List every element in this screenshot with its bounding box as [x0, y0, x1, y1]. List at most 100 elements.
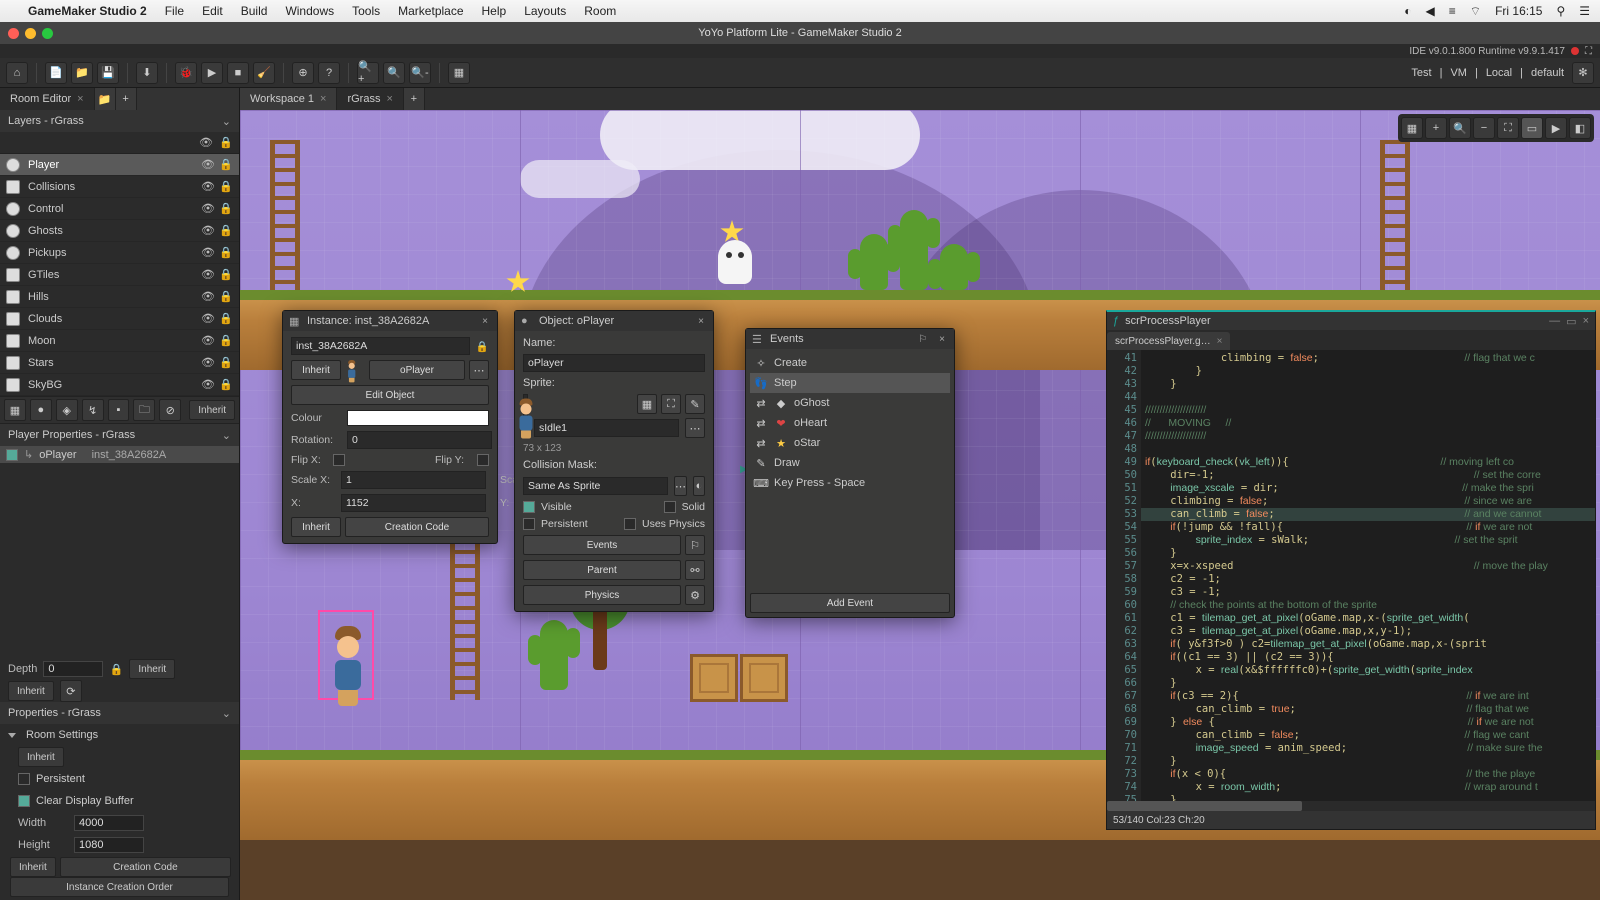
add-asset-layer-button[interactable]: ▪: [108, 399, 130, 421]
status-menu-icon[interactable]: ☰: [1579, 4, 1590, 18]
room-settings-label[interactable]: Room Settings: [26, 729, 98, 741]
zoom-reset-button[interactable]: 🔍: [383, 62, 405, 84]
add-tab-button[interactable]: 📁: [95, 88, 116, 110]
event-item[interactable]: 👣Step: [750, 373, 950, 393]
panel-close-icon[interactable]: ×: [936, 334, 948, 345]
save-button[interactable]: 💾: [97, 62, 119, 84]
game-options-button[interactable]: ⊕: [292, 62, 314, 84]
events-link-icon[interactable]: ⚐: [685, 535, 705, 555]
events-button[interactable]: Events: [523, 535, 681, 555]
panel-min-icon[interactable]: —: [1549, 315, 1560, 327]
stop-button[interactable]: ■: [227, 62, 249, 84]
instance-creation-order-button[interactable]: Instance Creation Order: [10, 877, 229, 897]
solid-checkbox[interactable]: [664, 501, 676, 513]
object-menu-button[interactable]: ⋯: [469, 360, 489, 380]
menu-build[interactable]: Build: [241, 4, 268, 18]
lock-icon[interactable]: 🔒: [219, 158, 233, 172]
visibility-icon[interactable]: 👁: [201, 378, 215, 392]
x-input[interactable]: [341, 494, 486, 512]
status-bluetooth-icon[interactable]: ≡: [1449, 4, 1456, 18]
zoom-out-button[interactable]: −: [1473, 117, 1495, 139]
layer-item-collisions[interactable]: Collisions 👁 🔒: [0, 176, 239, 198]
close-tab-icon[interactable]: ×: [386, 93, 392, 105]
new-tab-button[interactable]: +: [116, 88, 137, 110]
docking-button[interactable]: ▦: [448, 62, 470, 84]
layer-item-stars[interactable]: Stars 👁 🔒: [0, 352, 239, 374]
lock-icon[interactable]: 🔒: [219, 180, 233, 194]
inst-inherit-button[interactable]: Inherit: [291, 360, 341, 380]
status-search-icon[interactable]: ⚲: [1556, 4, 1565, 18]
visibility-icon[interactable]: 👁: [201, 180, 215, 194]
layer-item-ghosts[interactable]: Ghosts 👁 🔒: [0, 220, 239, 242]
cc-inherit-button[interactable]: Inherit: [10, 857, 56, 877]
add-path-layer-button[interactable]: ↯: [82, 399, 104, 421]
target-vm[interactable]: VM: [1450, 67, 1467, 79]
menu-help[interactable]: Help: [482, 4, 507, 18]
panel-close-icon[interactable]: ×: [1583, 315, 1589, 327]
view-settings-button[interactable]: ◧: [1569, 117, 1591, 139]
add-tile-layer-button[interactable]: ◈: [56, 399, 78, 421]
panel-popout-icon[interactable]: ⚐: [915, 334, 930, 345]
add-event-button[interactable]: Add Event: [750, 593, 950, 613]
event-item[interactable]: ⇄◆oGhost: [750, 393, 950, 413]
target-config[interactable]: default: [1531, 67, 1564, 79]
instance-name-input[interactable]: [291, 337, 470, 355]
status-sync-icon[interactable]: ◐: [1404, 4, 1411, 18]
layer-item-moon[interactable]: Moon 👁 🔒: [0, 330, 239, 352]
event-item[interactable]: ⇄❤oHeart: [750, 413, 950, 433]
visibility-icon[interactable]: 👁: [201, 268, 215, 282]
new-project-button[interactable]: 📄: [45, 62, 67, 84]
room-creation-code-button[interactable]: Creation Code: [60, 857, 231, 877]
clear-display-checkbox[interactable]: [18, 795, 30, 807]
debug-button[interactable]: 🐞: [175, 62, 197, 84]
physics-link-icon[interactable]: ⚙: [685, 585, 705, 605]
create-exe-button[interactable]: ⬇: [136, 62, 158, 84]
lock-icon[interactable]: 🔒: [219, 312, 233, 326]
menu-layouts[interactable]: Layouts: [524, 4, 566, 18]
lock-icon[interactable]: 🔒: [219, 356, 233, 370]
close-tab-icon[interactable]: ×: [1217, 336, 1223, 347]
event-item[interactable]: ✎Draw: [750, 453, 950, 473]
add-bg-layer-button[interactable]: ▦: [4, 399, 26, 421]
event-item[interactable]: ⌨Key Press - Space: [750, 473, 950, 493]
window-close-button[interactable]: [8, 28, 19, 39]
persistent-checkbox[interactable]: [523, 518, 535, 530]
roomset-inherit-button[interactable]: Inherit: [18, 747, 64, 767]
notification-dot-icon[interactable]: [1571, 47, 1579, 55]
event-item[interactable]: ✧Create: [750, 353, 950, 373]
depth-inherit-button[interactable]: Inherit: [129, 659, 175, 679]
grid-button[interactable]: ▦: [1401, 117, 1423, 139]
depth-input[interactable]: [43, 661, 103, 677]
lock-icon[interactable]: 🔒: [219, 268, 233, 282]
sprite-menu-button[interactable]: ⋯: [685, 418, 705, 438]
status-wifi-icon[interactable]: ⌔: [1470, 4, 1481, 19]
flipx-checkbox[interactable]: [333, 454, 345, 466]
target-local[interactable]: Local: [1486, 67, 1512, 79]
zoom-out-button[interactable]: 🔍-: [409, 62, 431, 84]
expand-icon[interactable]: [8, 733, 16, 738]
layer-item-clouds[interactable]: Clouds 👁 🔒: [0, 308, 239, 330]
edit-sprite-button[interactable]: ✎: [685, 394, 705, 414]
layer-item-player[interactable]: Player 👁 🔒: [0, 154, 239, 176]
object-name-input[interactable]: [523, 354, 705, 372]
lock-icon[interactable]: 🔒: [219, 202, 233, 216]
lock-icon[interactable]: 🔒: [219, 290, 233, 304]
app-name[interactable]: GameMaker Studio 2: [28, 4, 147, 18]
visibility-icon[interactable]: 👁: [201, 224, 215, 238]
lock-icon[interactable]: 🔒: [219, 224, 233, 238]
code-editor[interactable]: 41 42 43 44 45 46 47 48 49 50 51 52 53 5…: [1107, 350, 1595, 801]
layers-header[interactable]: Layers - rGrass ⌄: [0, 110, 239, 132]
target-test[interactable]: Test: [1411, 67, 1431, 79]
instance-list-item[interactable]: ↳ oPlayer inst_38A2682A: [0, 446, 239, 463]
rotation-input[interactable]: [347, 431, 492, 449]
add-workspace-tab[interactable]: +: [404, 88, 425, 110]
layer-item-skybg[interactable]: SkyBG 👁 🔒: [0, 374, 239, 396]
physics-button[interactable]: Physics: [523, 585, 681, 605]
panel-close-icon[interactable]: ×: [479, 316, 491, 327]
run-button[interactable]: ▶: [201, 62, 223, 84]
zoom-in-button[interactable]: +: [1425, 117, 1447, 139]
lock-icon[interactable]: 🔒: [219, 378, 233, 392]
instance-enabled-checkbox[interactable]: [6, 449, 18, 461]
target-settings-button[interactable]: ✻: [1572, 62, 1594, 84]
menu-file[interactable]: File: [165, 4, 184, 18]
